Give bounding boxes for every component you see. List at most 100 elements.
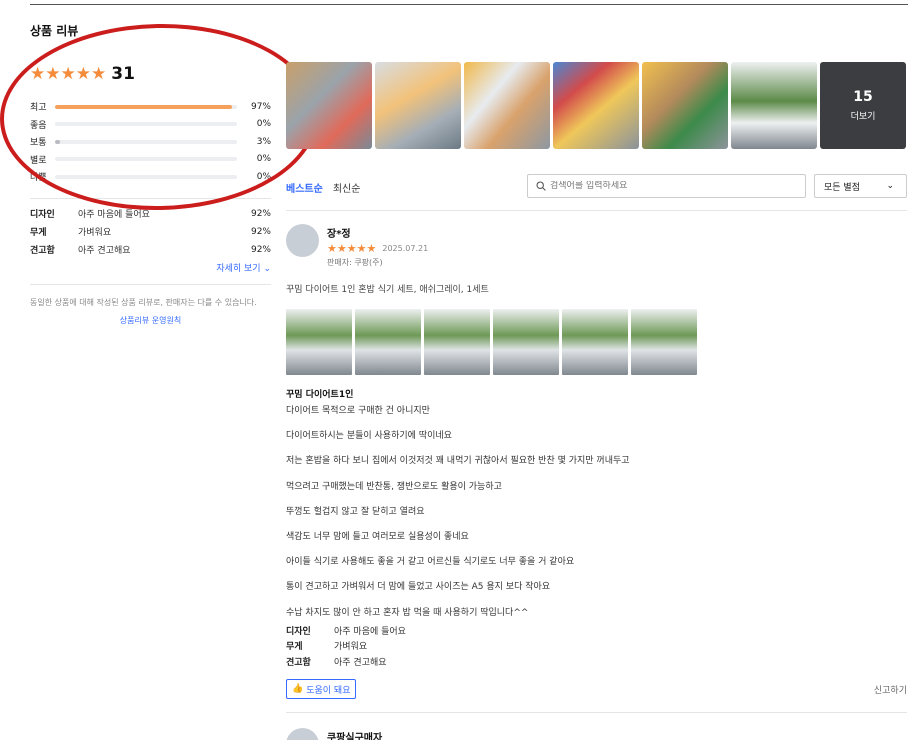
- thumbs-up-icon: 👍: [292, 684, 304, 694]
- rating-summary: ★ ★ ★ ★ ★ 31 최고 97% 좋음 0% 보통 3% 별로 0% 나쁨…: [30, 62, 271, 326]
- review-policy-link[interactable]: 상품리뷰 운영원칙: [30, 315, 271, 326]
- review-photo-thumbnail[interactable]: [464, 62, 550, 149]
- see-more-label: 자세히 보기: [216, 263, 261, 274]
- review-headline: 꾸밈 다이어트1인: [286, 390, 354, 400]
- review-photo[interactable]: [562, 309, 628, 375]
- dist-row-poor: 별로 0%: [30, 151, 271, 169]
- review-photo[interactable]: [493, 309, 559, 375]
- review-photo-thumbnail[interactable]: [375, 62, 461, 149]
- review-photo[interactable]: [355, 309, 421, 375]
- review-attribute-row: 무게 가벼워요: [286, 638, 907, 654]
- review-photo-thumbnail[interactable]: [286, 62, 372, 149]
- star-icon: ★: [327, 242, 337, 255]
- review-attribute-value: 아주 마음에 들어요: [334, 626, 406, 637]
- review-text-line: 수납 차지도 많이 안 하고 혼자 밥 먹을 때 사용하기 딱입니다^^: [286, 607, 529, 618]
- photo-strip: 15 더보기: [286, 62, 906, 149]
- review-photo-thumbnail[interactable]: [642, 62, 728, 149]
- review-text-line: 뚜껑도 헐겁지 않고 잘 닫히고 열려요: [286, 506, 425, 517]
- review-text-line: 저는 혼밥을 하다 보니 집에서 이것저것 꽤 내먹기 귀찮아서 필요한 반찬 …: [286, 456, 630, 467]
- review-photo[interactable]: [424, 309, 490, 375]
- dist-pct: 97%: [250, 101, 271, 112]
- star-icon: ★: [336, 242, 347, 255]
- search-icon: [536, 181, 546, 191]
- chevron-down-icon: ⌄: [886, 181, 894, 191]
- more-photos-label: 더보기: [850, 112, 876, 122]
- dist-bar-fill: [55, 139, 61, 144]
- review-meta: ★ ★ ★ ★ ★ 2025.07.21: [327, 243, 428, 254]
- sort-best[interactable]: 베스트순: [286, 180, 323, 195]
- star-icon: ★: [75, 63, 91, 84]
- review-notice: 동일한 상품에 대해 작성된 상품 리뷰로, 판매자는 다를 수 있습니다.: [30, 297, 257, 307]
- attribute-pct: 92%: [250, 208, 271, 219]
- attribute-name: 디자인: [30, 210, 55, 220]
- review-photo[interactable]: [286, 309, 352, 375]
- review-photo[interactable]: [631, 309, 697, 375]
- sort-options: 베스트순 최신순: [286, 180, 360, 195]
- more-photos-count: 15: [853, 89, 873, 105]
- top-divider: [30, 4, 908, 5]
- avatar: [286, 224, 319, 257]
- rating-filter-select[interactable]: 모든 별점 ⌄: [814, 174, 907, 198]
- review-seller: 판매자: 쿠팡(주): [327, 258, 383, 267]
- review-text-line: 아이들 식기로 사용해도 좋을 거 같고 어르신들 식기로도 너무 좋을 거 같…: [286, 557, 575, 568]
- avatar: [286, 728, 319, 740]
- star-icon: ★: [60, 63, 76, 84]
- dist-bar: [55, 122, 237, 127]
- star-icon: ★: [91, 63, 107, 84]
- attribute-value: 아주 마음에 들어요: [78, 210, 150, 220]
- reviewer-header: 장*정 ★ ★ ★ ★ ★ 2025.07.21 판매자: 쿠팡(주): [286, 224, 907, 268]
- review-photo-thumbnail[interactable]: [731, 62, 817, 149]
- dist-bar: [55, 104, 237, 109]
- attribute-name: 견고함: [30, 246, 55, 256]
- attribute-pct: 92%: [250, 226, 271, 237]
- dist-label: 나쁨: [30, 173, 47, 184]
- dist-row-best: 최고 97%: [30, 98, 271, 116]
- attribute-row: 무게 가벼워요 92%: [30, 223, 271, 241]
- sort-latest[interactable]: 최신순: [333, 180, 361, 195]
- dist-row-good: 좋음 0%: [30, 116, 271, 134]
- attribute-value: 가벼워요: [78, 228, 112, 238]
- dist-label: 좋음: [30, 120, 47, 131]
- more-photos-button[interactable]: 15 더보기: [820, 62, 906, 149]
- divider: [30, 283, 271, 285]
- review-text-line: 다이어트하시는 분들이 사용하기에 딱이네요: [286, 431, 452, 442]
- report-link[interactable]: 신고하기: [874, 683, 907, 696]
- search-input[interactable]: [550, 181, 790, 191]
- attribute-name: 무게: [30, 228, 47, 238]
- attribute-pct: 92%: [250, 244, 271, 255]
- review-search[interactable]: [527, 174, 806, 198]
- attribute-summary: 디자인 아주 마음에 들어요 92% 무게 가벼워요 92% 견고함 아주 견고…: [30, 205, 271, 259]
- attribute-value: 아주 견고해요: [78, 246, 131, 256]
- star-icon: ★: [30, 63, 46, 84]
- next-review-item: 쿠팡실구매자: [286, 728, 382, 740]
- review-item: 장*정 ★ ★ ★ ★ ★ 2025.07.21 판매자: 쿠팡(주) 꾸밈 다…: [286, 224, 907, 699]
- review-attribute-row: 디자인 아주 마음에 들어요: [286, 623, 907, 639]
- review-attribute-value: 가벼워요: [334, 642, 368, 653]
- review-body: 다이어트 목적으로 구매한 건 아니지만 다이어트하시는 분들이 사용하기에 딱…: [286, 405, 907, 623]
- rating-distribution: 최고 97% 좋음 0% 보통 3% 별로 0% 나쁨 0%: [30, 98, 271, 186]
- dist-pct: 0%: [256, 171, 271, 182]
- dist-pct: 0%: [256, 119, 271, 130]
- dist-label: 별로: [30, 155, 47, 166]
- dist-bar-fill: [55, 104, 232, 109]
- star-icon: ★: [346, 242, 357, 255]
- attribute-row: 디자인 아주 마음에 들어요 92%: [30, 205, 271, 223]
- review-photo-thumbnail[interactable]: [553, 62, 639, 149]
- dist-pct: 3%: [256, 136, 271, 147]
- star-icon: ★: [45, 63, 61, 84]
- score-row: ★ ★ ★ ★ ★ 31: [30, 62, 271, 86]
- review-attribute-name: 디자인: [286, 626, 311, 637]
- review-product-option: 꾸밈 다이어트 1인 혼밥 식기 세트, 애쉬그레이, 1세트: [286, 285, 489, 295]
- dist-bar: [55, 139, 237, 144]
- dist-pct: 0%: [256, 154, 271, 165]
- dist-bar: [55, 174, 237, 179]
- review-date: 2025.07.21: [382, 244, 429, 253]
- dist-label: 보통: [30, 138, 47, 149]
- review-text-line: 먹으려고 구매했는데 반찬통, 쟁반으로도 활용이 가능하고: [286, 481, 502, 492]
- divider: [286, 210, 907, 211]
- section-title: 상품 리뷰: [30, 24, 79, 38]
- helpful-button[interactable]: 👍 도움이 돼요: [286, 679, 357, 699]
- helpful-label: 도움이 돼요: [306, 685, 351, 696]
- rating-filter-value: 모든 별점: [824, 182, 860, 193]
- see-more-link[interactable]: 자세히 보기 ⌄: [30, 261, 271, 274]
